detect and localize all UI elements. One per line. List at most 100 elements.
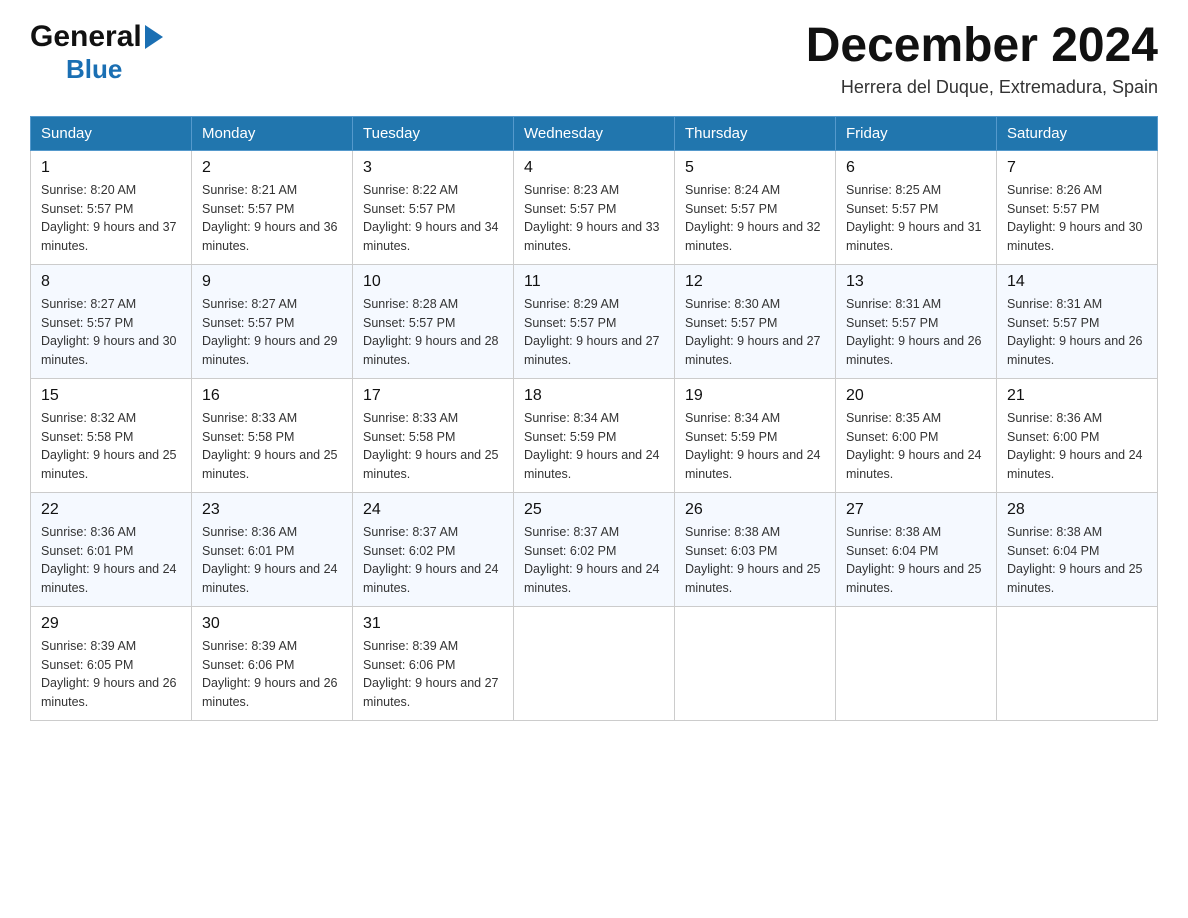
calendar-day-cell: 6 Sunrise: 8:25 AM Sunset: 5:57 PM Dayli… [836, 150, 997, 264]
day-info: Sunrise: 8:34 AM Sunset: 5:59 PM Dayligh… [524, 409, 664, 484]
day-info: Sunrise: 8:38 AM Sunset: 6:04 PM Dayligh… [1007, 523, 1147, 598]
day-info: Sunrise: 8:32 AM Sunset: 5:58 PM Dayligh… [41, 409, 181, 484]
calendar-week-row: 22 Sunrise: 8:36 AM Sunset: 6:01 PM Dayl… [31, 492, 1158, 606]
day-number: 8 [41, 273, 181, 291]
calendar-week-row: 8 Sunrise: 8:27 AM Sunset: 5:57 PM Dayli… [31, 264, 1158, 378]
day-info: Sunrise: 8:38 AM Sunset: 6:03 PM Dayligh… [685, 523, 825, 598]
day-number: 5 [685, 159, 825, 177]
calendar-day-cell: 10 Sunrise: 8:28 AM Sunset: 5:57 PM Dayl… [353, 264, 514, 378]
day-info: Sunrise: 8:25 AM Sunset: 5:57 PM Dayligh… [846, 181, 986, 256]
calendar-day-cell: 21 Sunrise: 8:36 AM Sunset: 6:00 PM Dayl… [997, 378, 1158, 492]
day-number: 4 [524, 159, 664, 177]
day-info: Sunrise: 8:33 AM Sunset: 5:58 PM Dayligh… [363, 409, 503, 484]
calendar-day-cell: 16 Sunrise: 8:33 AM Sunset: 5:58 PM Dayl… [192, 378, 353, 492]
day-info: Sunrise: 8:28 AM Sunset: 5:57 PM Dayligh… [363, 295, 503, 370]
day-of-week-header: Saturday [997, 116, 1158, 150]
location: Herrera del Duque, Extremadura, Spain [806, 77, 1158, 98]
calendar-day-cell: 19 Sunrise: 8:34 AM Sunset: 5:59 PM Dayl… [675, 378, 836, 492]
day-number: 27 [846, 501, 986, 519]
calendar-day-cell: 9 Sunrise: 8:27 AM Sunset: 5:57 PM Dayli… [192, 264, 353, 378]
calendar-day-cell: 13 Sunrise: 8:31 AM Sunset: 5:57 PM Dayl… [836, 264, 997, 378]
day-info: Sunrise: 8:23 AM Sunset: 5:57 PM Dayligh… [524, 181, 664, 256]
day-info: Sunrise: 8:37 AM Sunset: 6:02 PM Dayligh… [524, 523, 664, 598]
calendar-day-cell: 27 Sunrise: 8:38 AM Sunset: 6:04 PM Dayl… [836, 492, 997, 606]
month-title: December 2024 [806, 20, 1158, 73]
day-info: Sunrise: 8:39 AM Sunset: 6:05 PM Dayligh… [41, 637, 181, 712]
day-info: Sunrise: 8:20 AM Sunset: 5:57 PM Dayligh… [41, 181, 181, 256]
day-number: 2 [202, 159, 342, 177]
day-info: Sunrise: 8:31 AM Sunset: 5:57 PM Dayligh… [1007, 295, 1147, 370]
day-info: Sunrise: 8:37 AM Sunset: 6:02 PM Dayligh… [363, 523, 503, 598]
day-info: Sunrise: 8:27 AM Sunset: 5:57 PM Dayligh… [202, 295, 342, 370]
day-of-week-header: Tuesday [353, 116, 514, 150]
calendar-day-cell: 22 Sunrise: 8:36 AM Sunset: 6:01 PM Dayl… [31, 492, 192, 606]
calendar-day-cell [836, 606, 997, 720]
calendar-day-cell: 8 Sunrise: 8:27 AM Sunset: 5:57 PM Dayli… [31, 264, 192, 378]
calendar-day-cell: 7 Sunrise: 8:26 AM Sunset: 5:57 PM Dayli… [997, 150, 1158, 264]
calendar-day-cell: 20 Sunrise: 8:35 AM Sunset: 6:00 PM Dayl… [836, 378, 997, 492]
calendar-day-cell: 31 Sunrise: 8:39 AM Sunset: 6:06 PM Dayl… [353, 606, 514, 720]
calendar-day-cell: 1 Sunrise: 8:20 AM Sunset: 5:57 PM Dayli… [31, 150, 192, 264]
calendar-day-cell: 11 Sunrise: 8:29 AM Sunset: 5:57 PM Dayl… [514, 264, 675, 378]
day-number: 19 [685, 387, 825, 405]
page-header: General Blue December 2024 Herrera del D… [30, 20, 1158, 98]
day-number: 23 [202, 501, 342, 519]
day-number: 16 [202, 387, 342, 405]
day-number: 20 [846, 387, 986, 405]
calendar-day-cell: 29 Sunrise: 8:39 AM Sunset: 6:05 PM Dayl… [31, 606, 192, 720]
day-info: Sunrise: 8:35 AM Sunset: 6:00 PM Dayligh… [846, 409, 986, 484]
calendar-day-cell: 15 Sunrise: 8:32 AM Sunset: 5:58 PM Dayl… [31, 378, 192, 492]
logo-arrow-icon [145, 25, 163, 49]
calendar-day-cell: 23 Sunrise: 8:36 AM Sunset: 6:01 PM Dayl… [192, 492, 353, 606]
calendar-day-cell: 28 Sunrise: 8:38 AM Sunset: 6:04 PM Dayl… [997, 492, 1158, 606]
day-number: 30 [202, 615, 342, 633]
day-of-week-header: Wednesday [514, 116, 675, 150]
day-info: Sunrise: 8:39 AM Sunset: 6:06 PM Dayligh… [363, 637, 503, 712]
day-info: Sunrise: 8:39 AM Sunset: 6:06 PM Dayligh… [202, 637, 342, 712]
calendar-week-row: 29 Sunrise: 8:39 AM Sunset: 6:05 PM Dayl… [31, 606, 1158, 720]
day-info: Sunrise: 8:36 AM Sunset: 6:00 PM Dayligh… [1007, 409, 1147, 484]
calendar-day-cell: 14 Sunrise: 8:31 AM Sunset: 5:57 PM Dayl… [997, 264, 1158, 378]
calendar-day-cell: 5 Sunrise: 8:24 AM Sunset: 5:57 PM Dayli… [675, 150, 836, 264]
day-info: Sunrise: 8:29 AM Sunset: 5:57 PM Dayligh… [524, 295, 664, 370]
calendar-day-cell: 2 Sunrise: 8:21 AM Sunset: 5:57 PM Dayli… [192, 150, 353, 264]
day-info: Sunrise: 8:30 AM Sunset: 5:57 PM Dayligh… [685, 295, 825, 370]
calendar-day-cell: 17 Sunrise: 8:33 AM Sunset: 5:58 PM Dayl… [353, 378, 514, 492]
day-number: 31 [363, 615, 503, 633]
day-number: 24 [363, 501, 503, 519]
day-info: Sunrise: 8:38 AM Sunset: 6:04 PM Dayligh… [846, 523, 986, 598]
calendar-header-row: SundayMondayTuesdayWednesdayThursdayFrid… [31, 116, 1158, 150]
day-number: 21 [1007, 387, 1147, 405]
day-info: Sunrise: 8:33 AM Sunset: 5:58 PM Dayligh… [202, 409, 342, 484]
day-number: 12 [685, 273, 825, 291]
title-section: December 2024 Herrera del Duque, Extrema… [806, 20, 1158, 98]
day-info: Sunrise: 8:21 AM Sunset: 5:57 PM Dayligh… [202, 181, 342, 256]
logo-blue-text: Blue [66, 54, 122, 84]
day-number: 29 [41, 615, 181, 633]
calendar-week-row: 15 Sunrise: 8:32 AM Sunset: 5:58 PM Dayl… [31, 378, 1158, 492]
day-number: 25 [524, 501, 664, 519]
day-number: 13 [846, 273, 986, 291]
day-number: 7 [1007, 159, 1147, 177]
calendar-day-cell [675, 606, 836, 720]
day-info: Sunrise: 8:36 AM Sunset: 6:01 PM Dayligh… [41, 523, 181, 598]
logo-general-text: General [30, 20, 142, 54]
day-number: 22 [41, 501, 181, 519]
calendar-day-cell [514, 606, 675, 720]
day-of-week-header: Sunday [31, 116, 192, 150]
day-number: 1 [41, 159, 181, 177]
day-of-week-header: Thursday [675, 116, 836, 150]
day-number: 18 [524, 387, 664, 405]
day-info: Sunrise: 8:36 AM Sunset: 6:01 PM Dayligh… [202, 523, 342, 598]
day-info: Sunrise: 8:34 AM Sunset: 5:59 PM Dayligh… [685, 409, 825, 484]
day-info: Sunrise: 8:22 AM Sunset: 5:57 PM Dayligh… [363, 181, 503, 256]
logo: General Blue [30, 20, 163, 85]
calendar-table: SundayMondayTuesdayWednesdayThursdayFrid… [30, 116, 1158, 721]
day-number: 9 [202, 273, 342, 291]
day-number: 26 [685, 501, 825, 519]
day-number: 15 [41, 387, 181, 405]
day-number: 28 [1007, 501, 1147, 519]
calendar-day-cell: 4 Sunrise: 8:23 AM Sunset: 5:57 PM Dayli… [514, 150, 675, 264]
calendar-day-cell: 3 Sunrise: 8:22 AM Sunset: 5:57 PM Dayli… [353, 150, 514, 264]
calendar-day-cell: 18 Sunrise: 8:34 AM Sunset: 5:59 PM Dayl… [514, 378, 675, 492]
